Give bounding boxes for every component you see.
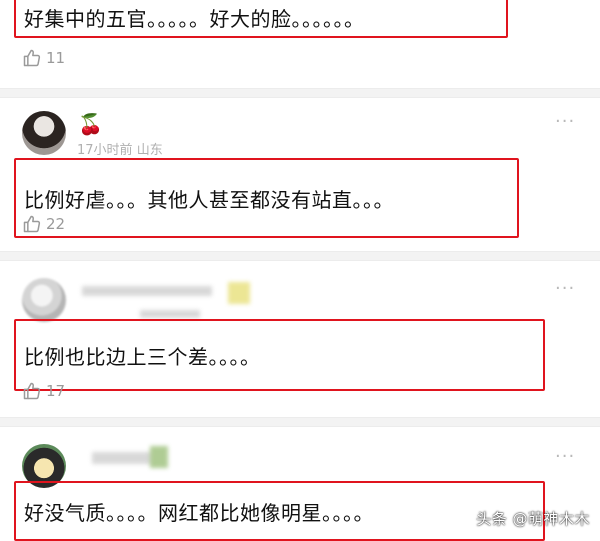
- more-options-icon[interactable]: ···: [555, 446, 575, 467]
- thumbs-up-icon: [22, 214, 42, 234]
- comment-time: 17小时前: [77, 143, 133, 158]
- comment-location: 山东: [136, 143, 163, 158]
- blurred-meta: [140, 310, 200, 318]
- comment-meta: 17小时前 山东: [77, 139, 163, 158]
- comment-text: 好没气质。。。。网红都比她像明星。。。。: [24, 500, 374, 525]
- like-count: 22: [46, 215, 66, 233]
- comment-text-box: 比例好虐。。。其他人甚至都没有站直。。。: [14, 158, 519, 238]
- username[interactable]: 🍒: [78, 112, 103, 136]
- comment-text-box: 好集中的五官。。。。。好大的脸。。。。。。: [14, 0, 508, 38]
- like-count: 17: [46, 382, 66, 400]
- thumbs-up-icon: [22, 48, 42, 68]
- like-button[interactable]: 22: [22, 214, 65, 234]
- comment-feed: 好集中的五官。。。。。好大的脸。。。。。。 11 🍒 17小时前 山东 ··· …: [0, 0, 600, 541]
- watermark: 头条 @萌神木木: [476, 510, 590, 528]
- blurred-badge: [228, 282, 250, 304]
- more-options-icon[interactable]: ···: [555, 111, 575, 132]
- separator: [0, 88, 600, 98]
- comment-text-box: 好没气质。。。。网红都比她像明星。。。。: [14, 481, 545, 541]
- comment-text-box: 比例也比边上三个差。。。。: [14, 319, 545, 391]
- comment-text: 好集中的五官。。。。。好大的脸。。。。。。: [24, 6, 365, 31]
- comment-text: 比例也比边上三个差。。。。: [24, 344, 261, 369]
- thumbs-up-icon: [22, 381, 42, 401]
- separator: [0, 251, 600, 261]
- comment-text: 比例好虐。。。其他人甚至都没有站直。。。: [24, 187, 394, 212]
- like-button[interactable]: 11: [22, 48, 65, 68]
- like-count: 11: [46, 49, 66, 67]
- avatar[interactable]: [22, 111, 66, 155]
- avatar[interactable]: [22, 278, 66, 322]
- blurred-username: [92, 452, 152, 464]
- blurred-badge: [150, 446, 168, 468]
- more-options-icon[interactable]: ···: [555, 278, 575, 299]
- like-button[interactable]: 17: [22, 381, 65, 401]
- separator: [0, 417, 600, 427]
- blurred-username: [82, 286, 212, 296]
